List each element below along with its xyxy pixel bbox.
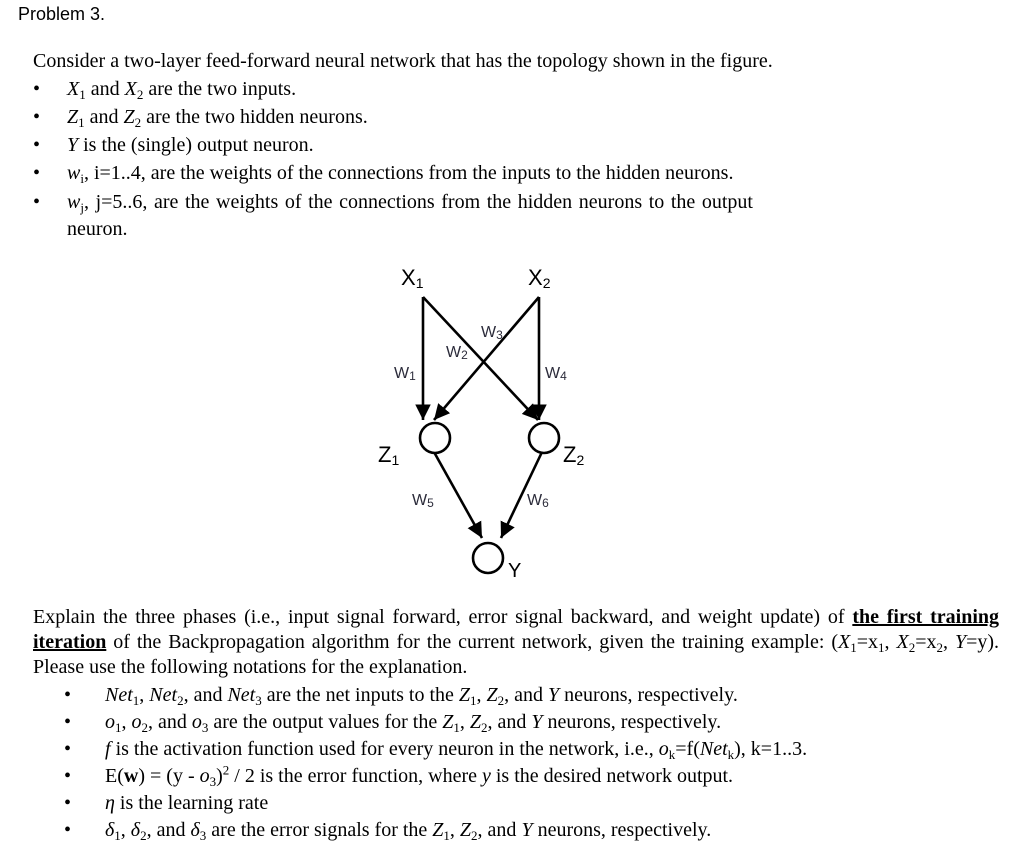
node-y bbox=[471, 541, 505, 575]
text: , j=5..6, are the weights of the connect… bbox=[67, 191, 753, 240]
bullet-icon: • bbox=[33, 78, 41, 100]
bullet-icon: • bbox=[64, 792, 72, 814]
text: , i=1..4, are the weights of the connect… bbox=[83, 162, 734, 184]
text: is the (single) output neuron. bbox=[78, 134, 314, 156]
notation-text: δ1, δ2, and δ3 are the error signals for… bbox=[105, 819, 712, 843]
label-y: Y bbox=[508, 560, 521, 582]
notation-text: E(w) = (y - o3)2 / 2 is the error functi… bbox=[105, 762, 734, 789]
symbol: Y bbox=[954, 631, 967, 653]
text: are the two inputs. bbox=[143, 78, 297, 100]
notation-text: o1, o2, and o3 are the output values for… bbox=[105, 711, 722, 735]
definition-item: • X1 and X2 are the two inputs. bbox=[33, 76, 753, 102]
symbol: X bbox=[838, 631, 851, 653]
bullet-icon: • bbox=[33, 134, 41, 156]
bullet-icon: • bbox=[33, 191, 41, 213]
label-z2: Z2 bbox=[563, 442, 584, 468]
label-w4: W4 bbox=[545, 365, 567, 383]
definition-item: • Y is the (single) output neuron. bbox=[33, 132, 753, 158]
network-diagram: X1 X2 Z1 Z2 Y W1 W2 W3 W4 W5 W6 bbox=[378, 265, 584, 582]
symbol: X bbox=[67, 78, 80, 100]
text: =x bbox=[915, 631, 937, 653]
bullet-icon: • bbox=[33, 162, 41, 184]
notation-item: • f is the activation function used for e… bbox=[64, 736, 944, 763]
notation-text: η is the learning rate bbox=[105, 792, 269, 814]
notation-item: • δ1, δ2, and δ3 are the error signals fo… bbox=[64, 817, 944, 844]
text: Explain the three phases (i.e., input si… bbox=[33, 606, 853, 628]
symbol: Z bbox=[67, 106, 79, 128]
text: and bbox=[85, 78, 125, 100]
definition-item: • Z1 and Z2 are the two hidden neurons. bbox=[33, 104, 753, 130]
notation-item: • E(w) = (y - o3)2 / 2 is the error funct… bbox=[64, 763, 944, 790]
edge-w5 bbox=[432, 451, 484, 539]
intro-paragraph: Consider a two-layer feed-forward neural… bbox=[33, 50, 773, 72]
symbol: w bbox=[67, 162, 81, 184]
notation-text: Net1, Net2, and Net3 are the net inputs … bbox=[105, 684, 738, 708]
subscript: 2 bbox=[936, 640, 943, 655]
label-w6: W6 bbox=[527, 492, 549, 510]
text: of the Backpropagation algorithm for the… bbox=[106, 631, 839, 653]
notation-list: • Net1, Net2, and Net3 are the net inputs… bbox=[64, 682, 944, 844]
notation-text: f is the activation function used for ev… bbox=[105, 738, 808, 762]
definition-item: • wj, j=5..6, are the weights of the con… bbox=[33, 189, 753, 243]
text: are the two hidden neurons. bbox=[141, 106, 368, 128]
node-z2 bbox=[527, 421, 561, 455]
bullet-icon: • bbox=[64, 684, 72, 706]
label-x1: X1 bbox=[401, 265, 424, 291]
bullet-icon: • bbox=[33, 106, 41, 128]
text: =y bbox=[966, 631, 988, 653]
definition-list: • X1 and X2 are the two inputs. • Z1 and… bbox=[33, 76, 753, 245]
bullet-icon: • bbox=[64, 765, 72, 787]
text: =x bbox=[856, 631, 879, 653]
symbol: X bbox=[896, 631, 909, 653]
label-w1: W1 bbox=[394, 365, 416, 383]
label-x2: X2 bbox=[528, 265, 551, 291]
symbol: Z bbox=[123, 106, 135, 128]
symbol: w bbox=[67, 191, 81, 213]
subscript: 1 bbox=[878, 640, 885, 655]
bullet-icon: • bbox=[64, 711, 72, 733]
label-w3: W3 bbox=[481, 324, 503, 342]
label-w2: W2 bbox=[446, 344, 468, 362]
text: and bbox=[84, 106, 124, 128]
symbol: Y bbox=[67, 134, 79, 156]
bullet-icon: • bbox=[64, 738, 72, 760]
symbol: X bbox=[124, 78, 137, 100]
notation-item: • η is the learning rate bbox=[64, 790, 944, 817]
problem-heading: Problem 3. bbox=[18, 4, 106, 24]
notation-item: • o1, o2, and o3 are the output values fo… bbox=[64, 709, 944, 736]
notation-item: • Net1, Net2, and Net3 are the net inputs… bbox=[64, 682, 944, 709]
node-z1 bbox=[418, 421, 452, 455]
label-z1: Z1 bbox=[378, 442, 399, 468]
definition-item: • wi, i=1..4, are the weights of the con… bbox=[33, 160, 753, 187]
task-paragraph: Explain the three phases (i.e., input si… bbox=[33, 606, 1000, 678]
label-w5: W5 bbox=[412, 492, 434, 510]
edge-w3 bbox=[422, 296, 539, 421]
bullet-icon: • bbox=[64, 819, 72, 841]
